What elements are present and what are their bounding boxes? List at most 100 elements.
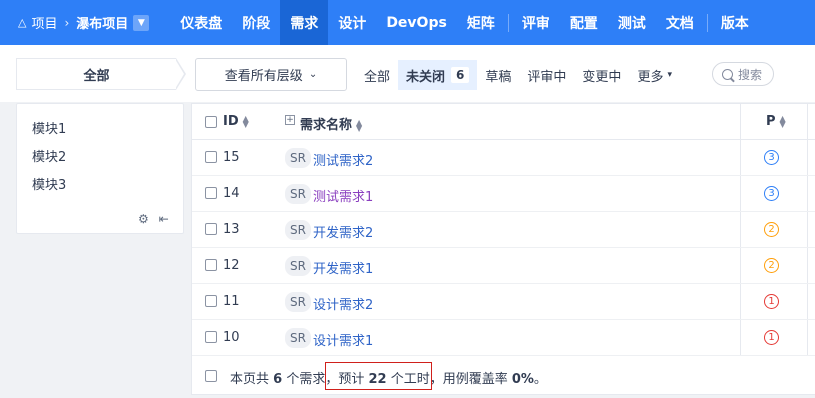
story-type-badge: SR — [285, 256, 311, 276]
status-tab[interactable]: 未关闭 6 — [398, 60, 478, 90]
main-menu: 仪表盘 阶段 需求 设计 DevOps 矩阵 评审 配置 测试 文档 版本 — [170, 0, 759, 45]
status-tab[interactable]: 全部 — [356, 60, 398, 90]
status-tab-label: 草稿 — [485, 69, 512, 85]
row-id: 10 — [223, 330, 240, 345]
breadcrumb-project[interactable]: 项目 — [31, 13, 57, 32]
table-row[interactable]: 10 SR 设计需求1 1 — [192, 320, 815, 356]
table-row[interactable]: 13 SR 开发需求2 2 — [192, 212, 815, 248]
status-tab-label: 更多 — [637, 69, 664, 85]
nav-item[interactable]: 版本 — [711, 0, 759, 45]
row-checkbox[interactable] — [205, 151, 217, 163]
status-tab-label: 未关闭 — [406, 69, 446, 85]
priority-badge: 3 — [764, 186, 779, 201]
story-name-link[interactable]: 测试需求2 — [313, 150, 373, 169]
status-tab-label: 全部 — [364, 69, 391, 85]
footer-select-checkbox[interactable] — [205, 370, 217, 382]
search-placeholder: 搜索 — [738, 67, 763, 82]
story-type-badge: SR — [285, 148, 311, 168]
level-select-label: 查看所有层级 — [224, 69, 303, 84]
select-all-checkbox[interactable] — [205, 116, 217, 128]
all-modules-button[interactable]: 全部 — [16, 58, 176, 90]
footer-text: 用例覆盖率 — [442, 372, 512, 387]
nav-item[interactable]: 评审 — [512, 0, 560, 45]
table-row[interactable]: 11 SR 设计需求2 1 — [192, 284, 815, 320]
row-id: 11 — [223, 294, 240, 309]
story-type-badge: SR — [285, 220, 311, 240]
module-tree-panel: 模块1 模块2 模块3 ⚙ ⇤ — [16, 103, 184, 234]
status-tab[interactable]: 更多 ▾ — [629, 60, 680, 90]
module-item-1[interactable]: 模块1 — [32, 118, 66, 137]
highlight-box — [325, 362, 432, 390]
row-checkbox[interactable] — [205, 295, 217, 307]
menu-divider — [507, 13, 509, 32]
chevron-down-icon: ⌄ — [308, 69, 318, 80]
column-header-pri[interactable]: P ▲ ▼ — [766, 114, 786, 129]
status-tab[interactable]: 草稿 — [477, 60, 519, 90]
column-header-name-label: 需求名称 — [300, 118, 353, 133]
gear-icon[interactable]: ⚙ — [138, 212, 149, 226]
row-id: 15 — [223, 150, 240, 165]
row-id: 12 — [223, 258, 240, 273]
column-header-name[interactable]: 需求名称 ▲ ▼ — [300, 114, 362, 133]
story-name-link[interactable]: 设计需求2 — [313, 294, 373, 313]
status-tab-count: 6 — [451, 67, 470, 83]
story-name-link[interactable]: 开发需求2 — [313, 222, 373, 241]
table-row[interactable]: 14 SR 测试需求1 3 — [192, 176, 815, 212]
row-checkbox[interactable] — [205, 259, 217, 271]
nav-item[interactable]: 需求 — [280, 0, 329, 45]
status-tab[interactable]: 变更中 — [574, 60, 629, 90]
nav-item[interactable]: DevOps — [376, 0, 457, 45]
story-table: ID ▲ ▼ + 需求名称 ▲ ▼ P ▲ ▼ 15 SR 测试需求2 3 14 SR 测试需求1 3 13… — [191, 103, 815, 395]
project-icon: △ — [18, 16, 27, 29]
footer-text: 本页共 — [230, 372, 274, 387]
story-name-link[interactable]: 设计需求1 — [313, 330, 373, 349]
menu-divider — [706, 13, 708, 32]
status-tab-label: 评审中 — [527, 69, 567, 85]
level-select[interactable]: 查看所有层级 ⌄ — [195, 58, 347, 91]
story-name-link[interactable]: 测试需求1 — [313, 186, 373, 205]
nav-item[interactable]: 阶段 — [232, 0, 280, 45]
nav-item[interactable]: 仪表盘 — [170, 0, 232, 45]
column-header-pri-label: P — [766, 114, 776, 129]
column-header-id-label: ID — [223, 114, 239, 129]
table-row[interactable]: 12 SR 开发需求1 2 — [192, 248, 815, 284]
status-tabs: 全部 未关闭 6 草稿 评审中 变更中 更多 ▾ — [356, 60, 680, 90]
nav-item[interactable]: 矩阵 — [457, 0, 505, 45]
filter-bar: 全部 查看所有层级 ⌄ 全部 未关闭 6 草稿 评审中 变更中 更多 ▾ 搜索 — [0, 45, 815, 102]
table-footer: 本页共 6 个需求，预计 22 个工时，用例覆盖率 0%。 — [192, 357, 815, 395]
collapse-icon[interactable]: ⇤ — [159, 212, 169, 226]
column-header-id[interactable]: ID ▲ ▼ — [223, 114, 249, 129]
nav-item[interactable]: 配置 — [560, 0, 608, 45]
table-header: ID ▲ ▼ + 需求名称 ▲ ▼ P ▲ ▼ — [192, 104, 815, 140]
footer-text: 。 — [533, 372, 547, 387]
sort-icon: ▲ ▼ — [242, 113, 249, 129]
priority-badge: 1 — [764, 330, 779, 345]
breadcrumb-current-project[interactable]: 瀑布项目 — [76, 13, 128, 32]
top-navbar: △ 项目 › 瀑布项目 ▼ 仪表盘 阶段 需求 设计 DevOps 矩阵 评审 配置 测试 文档版… — [0, 0, 815, 45]
module-item-2[interactable]: 模块2 — [32, 146, 66, 165]
sort-icon: ▲ ▼ — [779, 113, 786, 129]
all-modules-arrow-inner — [175, 59, 184, 89]
row-id: 14 — [223, 186, 240, 201]
story-type-badge: SR — [285, 184, 311, 204]
row-checkbox[interactable] — [205, 187, 217, 199]
nav-item[interactable]: 设计 — [328, 0, 376, 45]
story-name-link[interactable]: 开发需求1 — [313, 258, 373, 277]
story-type-badge: SR — [285, 328, 311, 348]
module-item-3[interactable]: 模块3 — [32, 174, 66, 193]
project-switcher-chevron-icon[interactable]: ▼ — [133, 14, 150, 31]
row-checkbox[interactable] — [205, 223, 217, 235]
search-icon — [722, 68, 733, 80]
row-checkbox[interactable] — [205, 331, 217, 343]
priority-badge: 3 — [764, 150, 779, 165]
nav-item[interactable]: 测试 — [608, 0, 656, 45]
nav-item[interactable]: 文档 — [656, 0, 704, 45]
breadcrumb: △ 项目 › 瀑布项目 ▼ — [0, 0, 150, 45]
priority-badge: 1 — [764, 294, 779, 309]
status-tab[interactable]: 评审中 — [519, 60, 574, 90]
story-type-badge: SR — [285, 292, 311, 312]
chevron-right-icon: › — [64, 15, 70, 30]
expand-all-icon[interactable]: + — [285, 115, 295, 125]
search-box[interactable]: 搜索 — [712, 62, 774, 86]
table-row[interactable]: 15 SR 测试需求2 3 — [192, 140, 815, 176]
